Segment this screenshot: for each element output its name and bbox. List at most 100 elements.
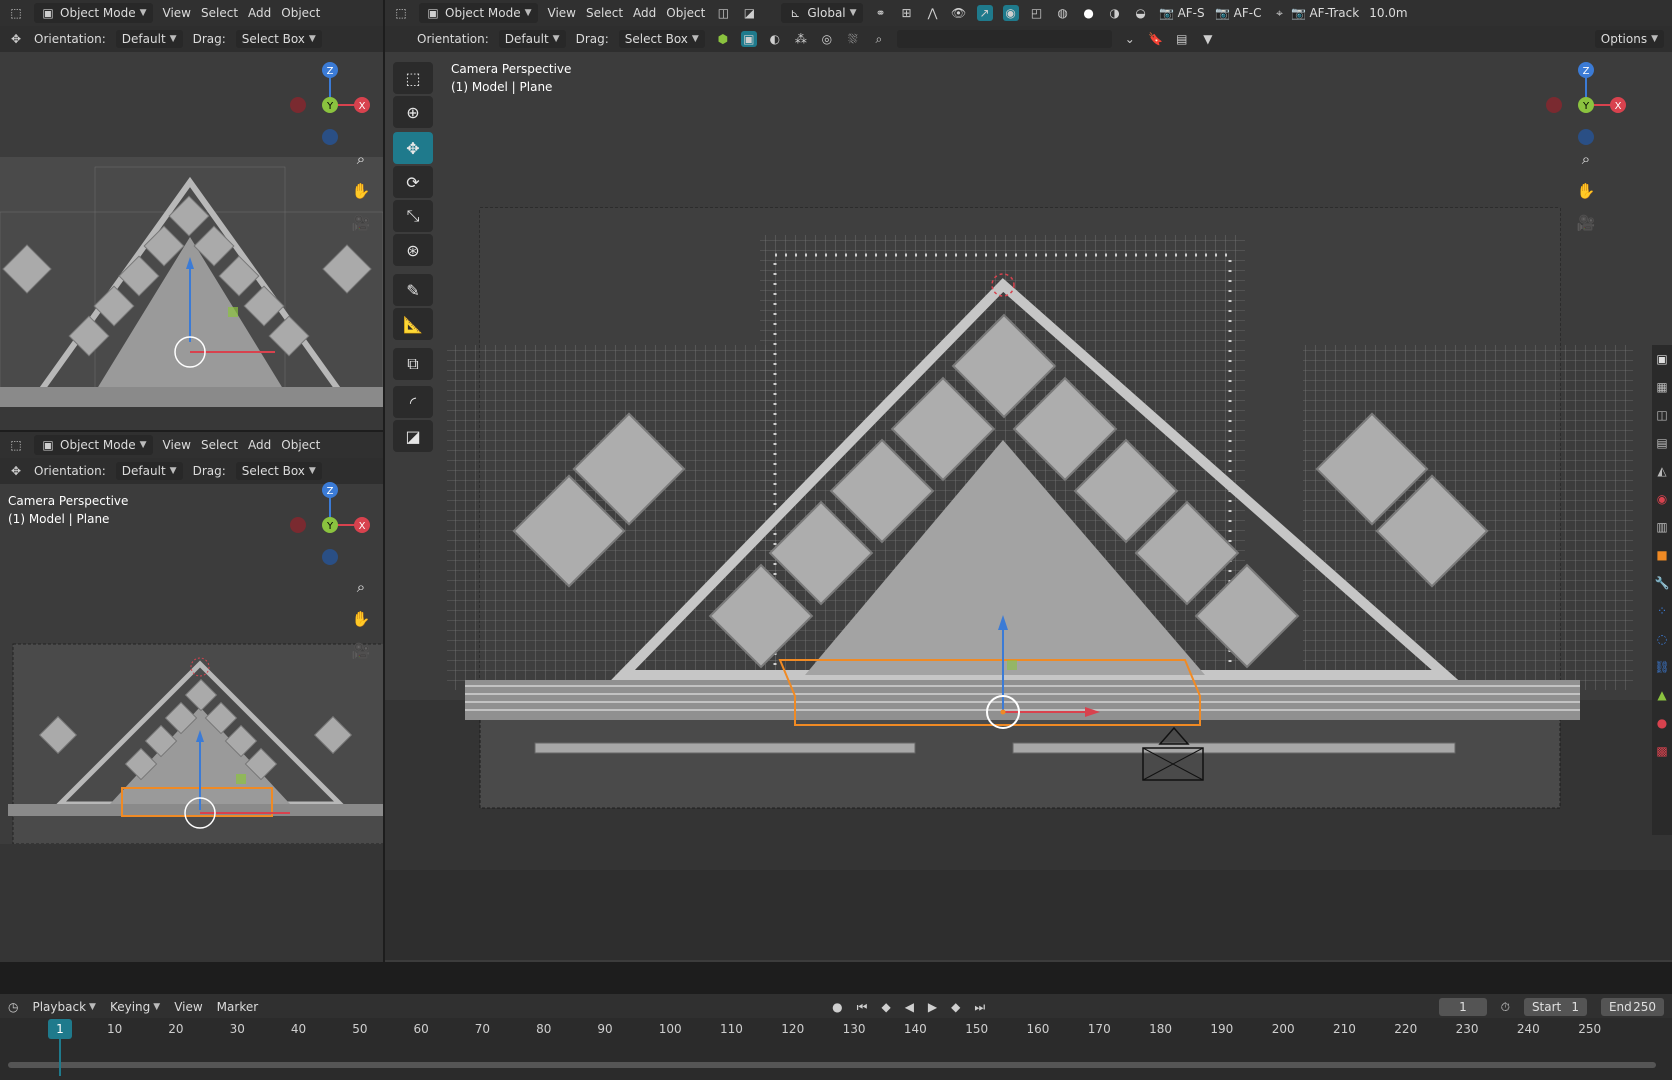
mode-label: Object Mode [60, 6, 136, 20]
modifier-properties-icon[interactable]: 🔧 [1654, 575, 1670, 591]
menu-object[interactable]: Object [281, 438, 320, 452]
menu-view[interactable]: View [163, 438, 191, 452]
editor-type-icon[interactable]: ⬚ [8, 437, 24, 453]
left-bottom-nav-gizmo[interactable]: Z X Y [285, 480, 375, 570]
svg-text:X: X [359, 101, 366, 112]
play-icon[interactable]: ▶ [928, 999, 937, 1015]
menu-playback[interactable]: Playback ▼ [32, 1000, 95, 1014]
mode-dropdown[interactable]: ▣ Object Mode ▼ [34, 435, 153, 455]
record-icon[interactable]: ● [832, 999, 842, 1015]
data-properties-icon[interactable]: ▲ [1654, 687, 1670, 703]
frame-tick-label: 30 [229, 1022, 245, 1036]
frame-tick-label: 250 [1578, 1022, 1602, 1036]
frame-tick-label: 60 [413, 1022, 429, 1036]
menu-view[interactable]: View [163, 6, 191, 20]
camera-icon[interactable]: 🎥 [348, 638, 374, 664]
timeline-scrollbar[interactable] [8, 1062, 1656, 1068]
frame-tick-label: 10 [107, 1022, 123, 1036]
menu-select[interactable]: Select [201, 6, 238, 20]
timeline-tick-labels: 1 10 20 30 40 50 60 70 80 90 100 110 120 130 140 150 160… [0, 1018, 1672, 1076]
material-properties-icon[interactable]: ● [1654, 715, 1670, 731]
clock-icon[interactable]: ◷ [8, 999, 18, 1015]
jump-start-icon[interactable]: ⏮ [857, 999, 868, 1015]
drag-label: Drag: [192, 32, 226, 46]
render-properties-icon[interactable]: ▦ [1654, 379, 1670, 395]
properties-tab-strip: ▣ ▦ ◫ ▤ ◭ ◉ ▥ ■ 🔧 ⁘ ◌ ⛓ ▲ ● ▩ [1652, 345, 1672, 835]
svg-text:Y: Y [326, 101, 334, 112]
editor-type-icon[interactable]: ⬚ [8, 5, 24, 21]
texture-properties-icon[interactable]: ▩ [1654, 743, 1670, 759]
left-top-nav-gizmo[interactable]: Z X Y [285, 60, 375, 150]
output-properties-icon[interactable]: ◫ [1654, 407, 1670, 423]
orientation-label: Orientation: [34, 464, 106, 478]
chevron-down-icon: ▼ [308, 466, 316, 476]
scene-properties-icon[interactable]: ◭ [1654, 463, 1670, 479]
menu-view[interactable]: View [174, 1000, 202, 1014]
menu-add[interactable]: Add [248, 6, 271, 20]
frame-tick-label: 20 [168, 1022, 184, 1036]
orientation-value: Default [121, 464, 166, 478]
play-reverse-icon[interactable]: ◀ [905, 999, 914, 1015]
zoom-icon[interactable]: ⌕ [1573, 146, 1599, 172]
menu-select[interactable]: Select [201, 438, 238, 452]
orientation-dropdown[interactable]: Default ▼ [115, 30, 183, 48]
mode-dropdown[interactable]: ▣ Object Mode ▼ [34, 3, 153, 23]
start-label: Start [1531, 1000, 1562, 1014]
transform-pivot-icon[interactable]: ✥ [8, 31, 24, 47]
left-top-area: ⬚ ▣ Object Mode ▼ View Select Add Object ✥… [0, 0, 383, 430]
stopwatch-icon[interactable]: ⏱ [1501, 999, 1510, 1015]
chevron-down-icon: ▼ [169, 34, 177, 44]
orientation-label: Orientation: [34, 32, 106, 46]
collection-properties-icon[interactable]: ▥ [1654, 519, 1670, 535]
start-frame-field[interactable]: Start 1 [1523, 998, 1587, 1016]
cube-icon: ▣ [42, 6, 54, 20]
transform-pivot-icon[interactable]: ✥ [8, 463, 24, 479]
menu-marker[interactable]: Marker [217, 1000, 258, 1014]
chevron-down-icon: ▼ [139, 440, 147, 450]
end-frame-field[interactable]: End 250 [1600, 998, 1664, 1016]
frame-tick-label: 140 [903, 1022, 927, 1036]
chevron-down-icon: ▼ [153, 1002, 161, 1012]
main-nav-gizmo[interactable]: Z X Y [1541, 60, 1631, 150]
drag-dropdown[interactable]: Select Box ▼ [235, 30, 322, 48]
view-layer-properties-icon[interactable]: ▤ [1654, 435, 1670, 451]
main-scene [385, 207, 1672, 960]
constraints-properties-icon[interactable]: ⛓ [1654, 659, 1670, 675]
left-bottom-area: ⬚ ▣ Object Mode ▼ View Select Add Object ✥… [0, 432, 383, 962]
left-top-header: ⬚ ▣ Object Mode ▼ View Select Add Object [0, 0, 383, 26]
current-frame-field[interactable]: 1 [1439, 998, 1487, 1016]
current-frame-marker[interactable]: 1 [48, 1019, 72, 1039]
drag-dropdown[interactable]: Select Box ▼ [235, 462, 322, 480]
playhead-line[interactable] [59, 1038, 61, 1076]
camera-icon[interactable]: 🎥 [348, 210, 374, 236]
orientation-dropdown[interactable]: Default ▼ [115, 462, 183, 480]
frame-tick-label: 190 [1210, 1022, 1234, 1036]
particles-properties-icon[interactable]: ⁘ [1654, 603, 1670, 619]
main-area: ⬚ ▣ Object Mode ▼ View Select Add Object ◫… [385, 0, 1672, 962]
physics-properties-icon[interactable]: ◌ [1654, 631, 1670, 647]
drag-label: Drag: [192, 464, 226, 478]
drag-value: Select Box [241, 32, 305, 46]
hand-icon[interactable]: ✋ [1573, 178, 1599, 204]
menu-keying[interactable]: Keying ▼ [110, 1000, 160, 1014]
hand-icon[interactable]: ✋ [348, 178, 374, 204]
menu-object[interactable]: Object [281, 6, 320, 20]
tool-properties-icon[interactable]: ▣ [1654, 351, 1670, 367]
prev-keyframe-icon[interactable]: ◆ [881, 999, 890, 1015]
svg-text:Y: Y [326, 521, 334, 532]
zoom-icon[interactable]: ⌕ [348, 146, 374, 172]
playback-label: Playback [32, 1000, 87, 1014]
frame-tick-label: 100 [658, 1022, 682, 1036]
frame-tick-label: 120 [781, 1022, 805, 1036]
world-properties-icon[interactable]: ◉ [1654, 491, 1670, 507]
object-properties-icon[interactable]: ■ [1654, 547, 1670, 563]
svg-text:Z: Z [327, 486, 334, 497]
menu-add[interactable]: Add [248, 438, 271, 452]
next-keyframe-icon[interactable]: ◆ [951, 999, 960, 1015]
frame-tick-label: 240 [1516, 1022, 1540, 1036]
camera-icon[interactable]: 🎥 [1573, 210, 1599, 236]
zoom-icon[interactable]: ⌕ [348, 574, 374, 600]
frame-tick-label: 200 [1271, 1022, 1295, 1036]
jump-end-icon[interactable]: ⏭ [974, 999, 985, 1015]
hand-icon[interactable]: ✋ [348, 606, 374, 632]
